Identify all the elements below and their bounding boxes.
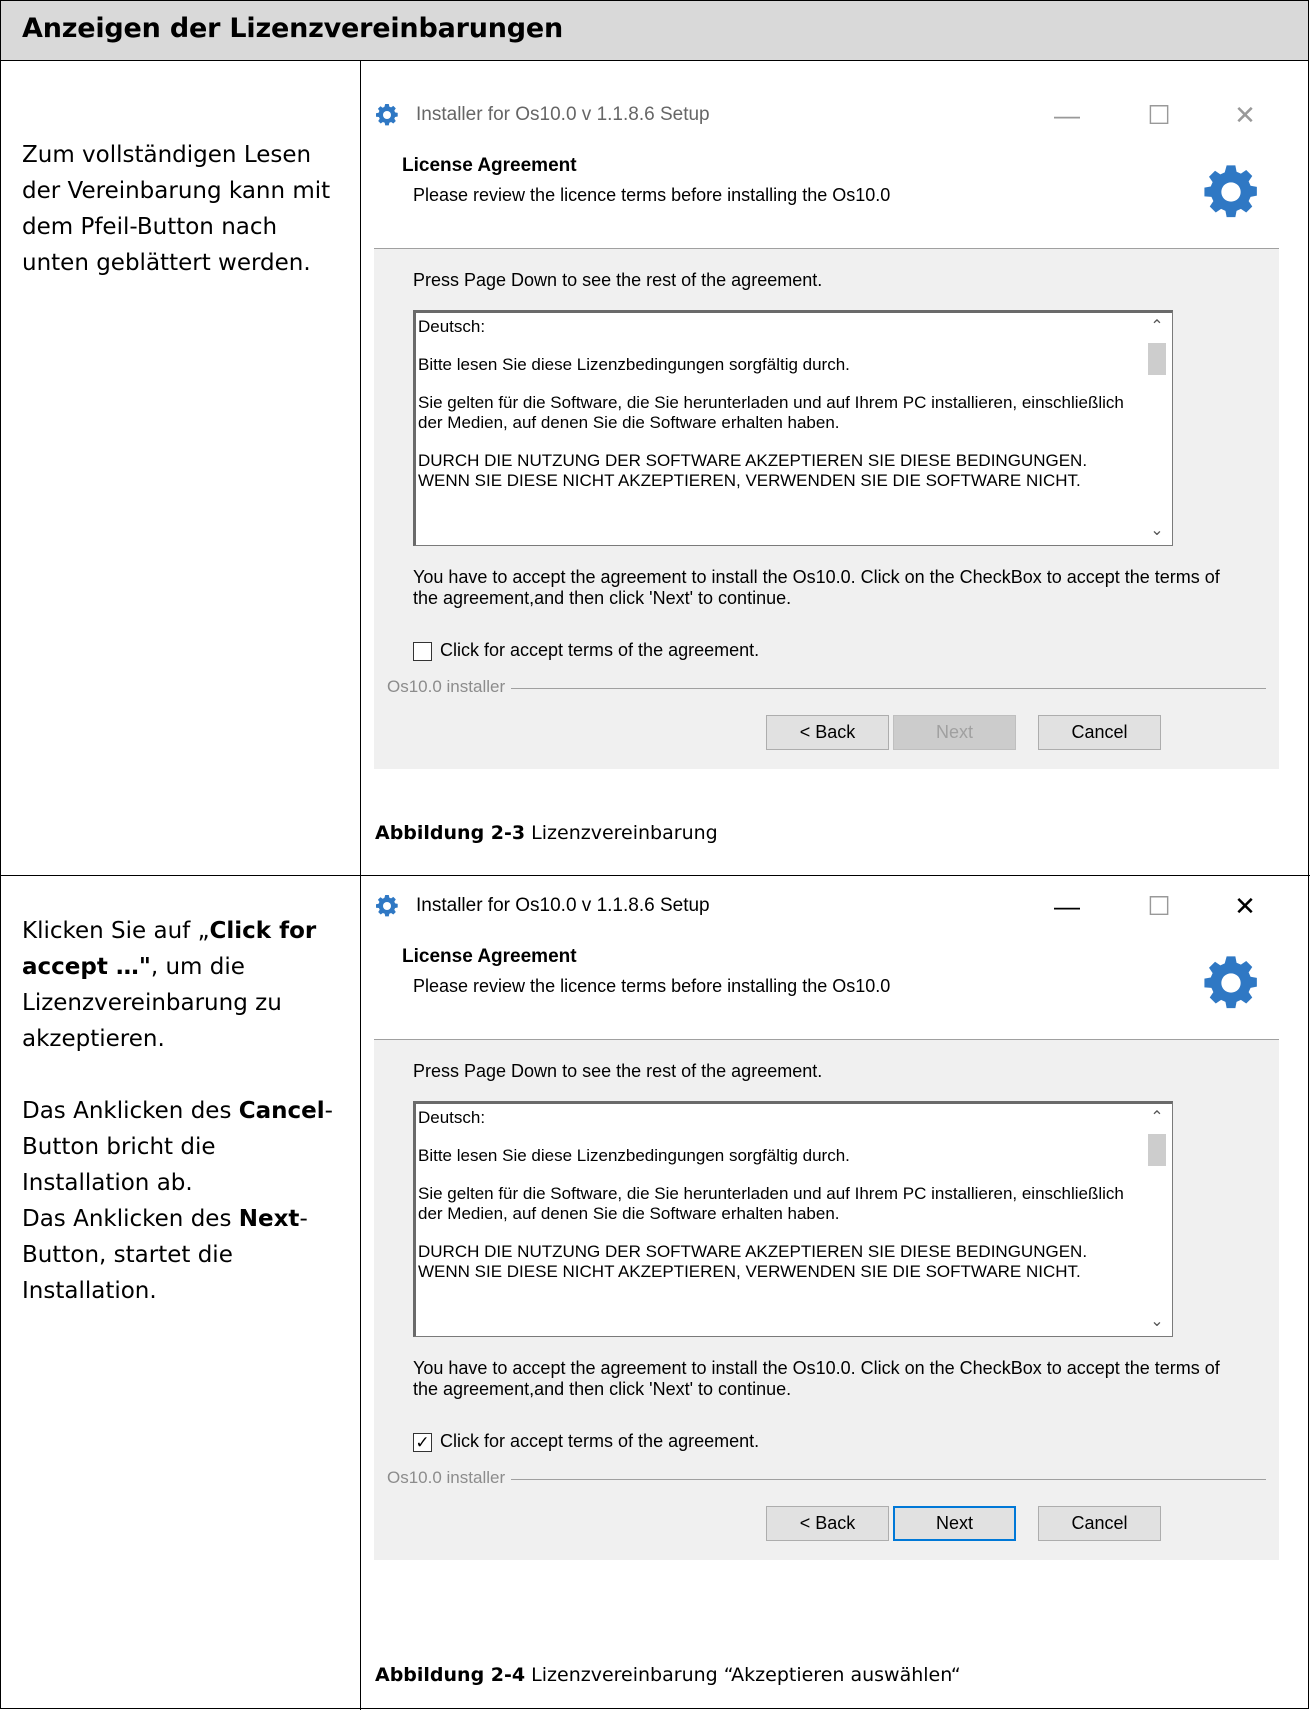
license-line: Sie gelten für die Software, die Sie her… [418, 393, 1124, 432]
cancel-button[interactable]: Cancel [1038, 715, 1161, 750]
scroll-thumb[interactable] [1148, 343, 1166, 375]
row2-description: Klicken Sie auf „Click for accept …", um… [22, 913, 344, 1309]
license-content: Deutsch: Bitte lesen Sie diese Lizenzbed… [418, 1108, 1138, 1300]
close-button[interactable]: ✕ [1225, 888, 1265, 924]
license-line: Deutsch: [418, 1108, 486, 1127]
back-button[interactable]: < Back [766, 715, 889, 750]
header-panel: License Agreement Please review the lice… [374, 932, 1279, 1040]
close-button[interactable]: ✕ [1225, 97, 1265, 133]
minimize-button[interactable]: — [1047, 97, 1087, 133]
installer-brand-label: Os10.0 installer [387, 1468, 506, 1487]
row1-description: Zum vollständigen Lesen der Vereinbarung… [22, 137, 344, 281]
table-header: Anzeigen der Lizenzvereinbarungen [1, 1, 1308, 61]
window-titlebar: Installer for Os10.0 v 1.1.8.6 Setup — ☐… [374, 882, 1279, 932]
accept-instructions: You have to accept the agreement to inst… [413, 1358, 1220, 1399]
row1-description-text: Zum vollständigen Lesen der Vereinbarung… [22, 142, 331, 276]
license-textbox[interactable]: Deutsch: Bitte lesen Sie diese Lizenzbed… [413, 310, 1173, 546]
branding-row: Os10.0 installer [374, 1468, 1279, 1488]
document-table: Anzeigen der Lizenzvereinbarungen Zum vo… [0, 0, 1310, 1710]
license-line: Bitte lesen Sie diese Lizenzbedingungen … [418, 1146, 850, 1165]
window-title: Installer for Os10.0 v 1.1.8.6 Setup [416, 104, 710, 125]
section-subheading: Please review the licence terms before i… [413, 976, 891, 996]
header-panel: License Agreement Please review the lice… [374, 141, 1279, 249]
installer-window-1: Installer for Os10.0 v 1.1.8.6 Setup — ☐… [374, 91, 1279, 771]
row2-paragraph-3: Das Anklicken des Next-Button, startet d… [22, 1206, 308, 1304]
minimize-button[interactable]: — [1047, 888, 1087, 924]
back-button[interactable]: < Back [766, 1506, 889, 1541]
installer-window-2: Installer for Os10.0 v 1.1.8.6 Setup — ☐… [374, 882, 1279, 1562]
maximize-button[interactable]: ☐ [1139, 888, 1179, 924]
accept-checkbox-label[interactable]: Click for accept terms of the agreement. [440, 1431, 759, 1452]
scroll-up-arrow-icon[interactable]: ⌃ [1142, 1106, 1172, 1130]
column-divider [360, 61, 361, 1710]
window-titlebar: Installer for Os10.0 v 1.1.8.6 Setup — ☐… [374, 91, 1279, 141]
license-line: DURCH DIE NUTZUNG DER SOFTWARE AKZEPTIER… [418, 451, 1088, 490]
accept-checkbox[interactable]: ✓ [413, 1433, 432, 1452]
vertical-scrollbar[interactable]: ⌃ ⌄ [1142, 313, 1172, 545]
license-line: DURCH DIE NUTZUNG DER SOFTWARE AKZEPTIER… [418, 1242, 1088, 1281]
next-button[interactable]: Next [893, 1506, 1016, 1541]
page-title: Anzeigen der Lizenzvereinbarungen [22, 13, 564, 44]
page-down-hint: Press Page Down to see the rest of the a… [413, 270, 823, 290]
gear-icon [376, 895, 398, 917]
next-button[interactable]: Next [893, 715, 1016, 750]
accept-instructions: You have to accept the agreement to inst… [413, 567, 1220, 608]
branding-row: Os10.0 installer [374, 677, 1279, 697]
scroll-up-arrow-icon[interactable]: ⌃ [1142, 315, 1172, 339]
page-down-hint: Press Page Down to see the rest of the a… [413, 1061, 823, 1081]
row2-paragraph-1: Klicken Sie auf „Click for accept …", um… [22, 918, 317, 1052]
row-divider [1, 875, 1310, 876]
figure-caption-2: Abbildung 2-4 Lizenzvereinbarung “Akzept… [375, 1664, 961, 1686]
gear-icon [1204, 956, 1257, 1009]
cancel-button[interactable]: Cancel [1038, 1506, 1161, 1541]
figure-caption-1: Abbildung 2-3 Lizenzvereinbarung [375, 822, 718, 844]
section-subheading: Please review the licence terms before i… [413, 185, 891, 205]
section-heading: License Agreement [402, 155, 577, 176]
accept-checkbox-label[interactable]: Click for accept terms of the agreement. [440, 640, 759, 661]
brand-divider [511, 1479, 1266, 1480]
license-textbox[interactable]: Deutsch: Bitte lesen Sie diese Lizenzbed… [413, 1101, 1173, 1337]
gear-icon [1204, 165, 1257, 218]
brand-divider [511, 688, 1266, 689]
accept-checkbox[interactable] [413, 642, 432, 661]
scroll-down-arrow-icon[interactable]: ⌄ [1142, 1310, 1172, 1334]
gear-icon [376, 104, 398, 126]
license-line: Sie gelten für die Software, die Sie her… [418, 1184, 1124, 1223]
license-line: Deutsch: [418, 317, 486, 336]
section-heading: License Agreement [402, 946, 577, 967]
license-line: Bitte lesen Sie diese Lizenzbedingungen … [418, 355, 850, 374]
window-title: Installer for Os10.0 v 1.1.8.6 Setup [416, 895, 710, 916]
license-content: Deutsch: Bitte lesen Sie diese Lizenzbed… [418, 317, 1138, 509]
body-panel: Press Page Down to see the rest of the a… [374, 249, 1279, 769]
scroll-thumb[interactable] [1148, 1134, 1166, 1166]
scroll-down-arrow-icon[interactable]: ⌄ [1142, 519, 1172, 543]
vertical-scrollbar[interactable]: ⌃ ⌄ [1142, 1104, 1172, 1336]
installer-brand-label: Os10.0 installer [387, 677, 506, 696]
row2-paragraph-2: Das Anklicken des Cancel-Button bricht d… [22, 1098, 333, 1196]
maximize-button[interactable]: ☐ [1139, 97, 1179, 133]
body-panel: Press Page Down to see the rest of the a… [374, 1040, 1279, 1560]
